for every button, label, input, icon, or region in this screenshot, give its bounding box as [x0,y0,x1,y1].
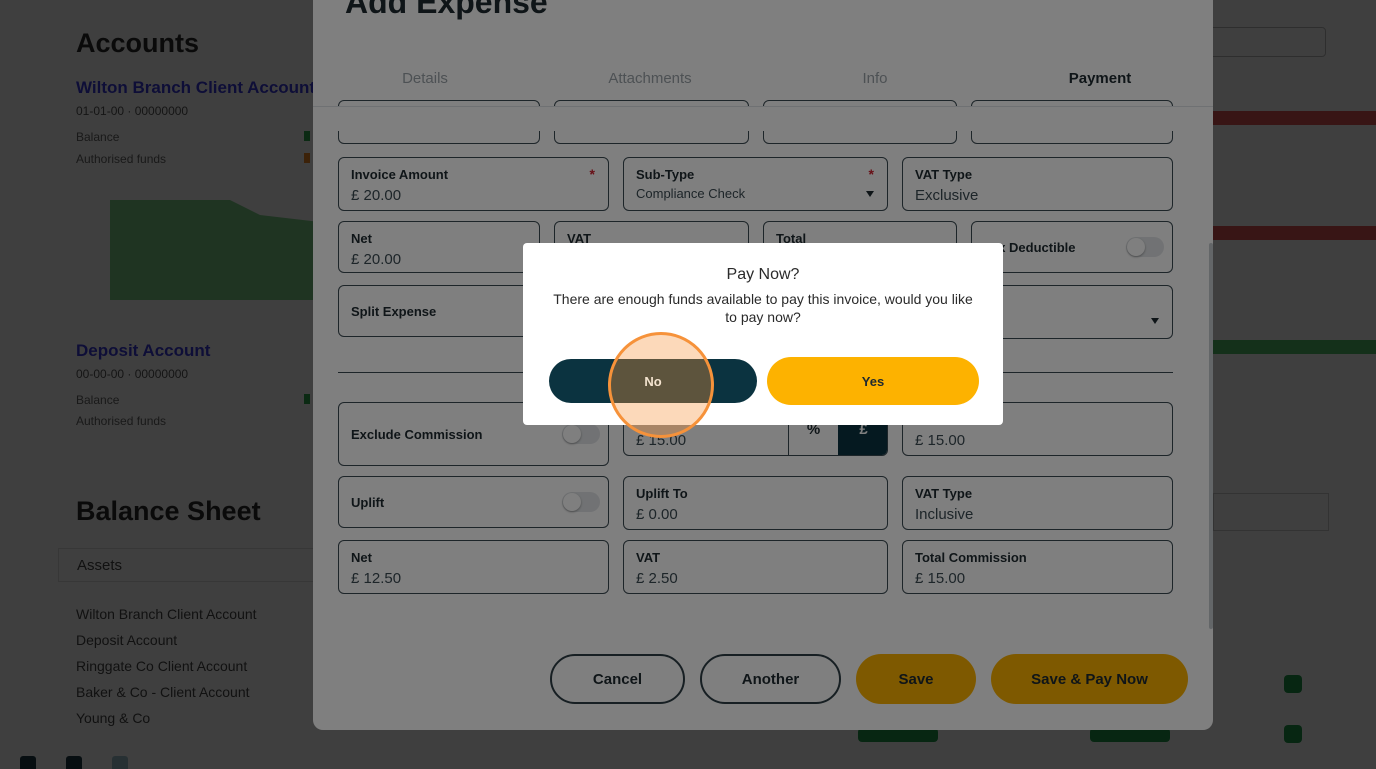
no-button[interactable] [549,359,757,403]
yes-button[interactable]: Yes [767,357,979,405]
dialog-title: Pay Now? [726,266,800,283]
dialog-message: There are enough funds available to pay … [553,291,973,325]
pay-now-dialog: Pay Now? There are enough funds availabl… [523,243,1003,425]
